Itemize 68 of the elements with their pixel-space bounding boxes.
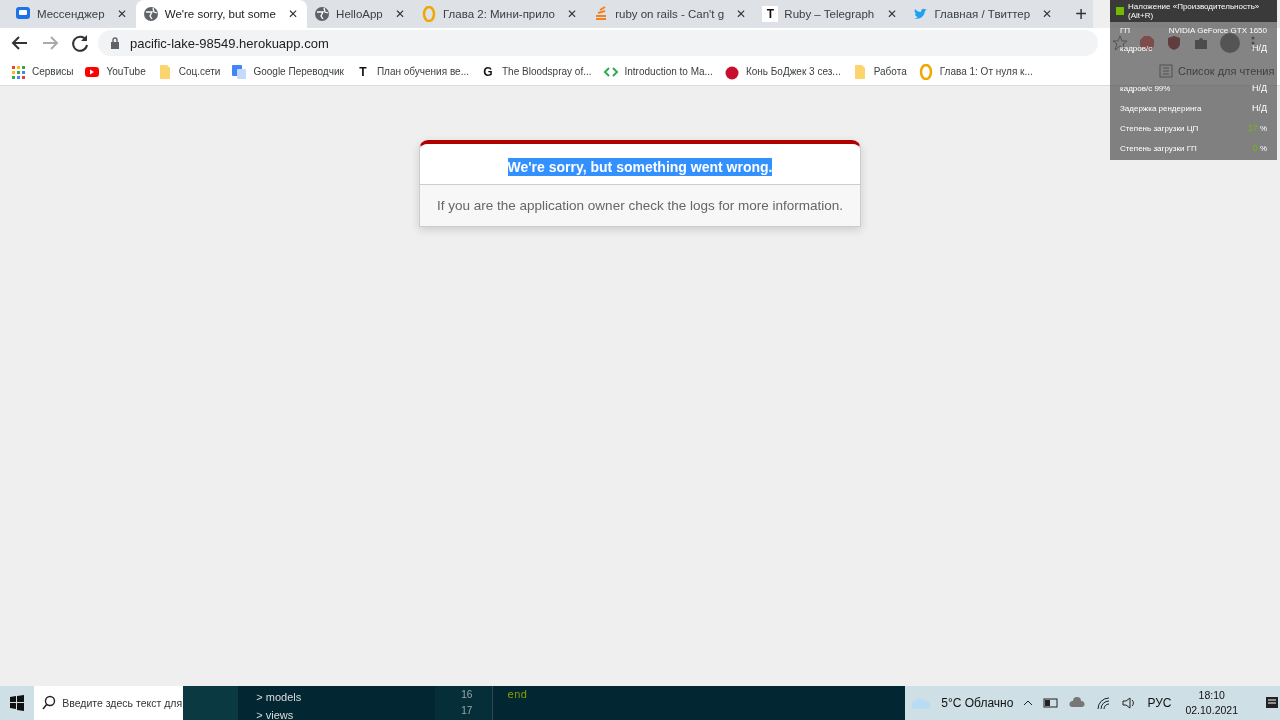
battery-icon[interactable]	[1043, 695, 1060, 711]
lock-icon	[110, 35, 120, 51]
close-icon[interactable]: ✕	[1040, 7, 1055, 21]
notification-icon[interactable]	[1264, 695, 1280, 711]
bookmark[interactable]: Introduction to Ma...	[602, 63, 713, 80]
bookmark[interactable]: Конь БоДжек 3 сез...	[723, 63, 841, 80]
browser-tab[interactable]: We're sorry, but some ✕	[135, 0, 308, 28]
bookmark[interactable]: Соц.сети	[156, 63, 221, 80]
bird-icon	[912, 6, 929, 22]
metric-label: кадров/с 99%	[1120, 83, 1171, 93]
bookmark[interactable]: YouTube	[84, 63, 146, 80]
search-icon	[41, 695, 58, 711]
bookmark[interactable]: Google Переводчик	[231, 63, 344, 80]
globe-icon	[314, 6, 331, 22]
folder-tree-item[interactable]: > models	[256, 688, 436, 706]
metric-value: 17 %	[1247, 123, 1267, 133]
overlay-title: Наложение «Производительность» (Alt+R)	[1128, 2, 1261, 20]
metric-label: Степень загрузки ГП	[1120, 143, 1197, 153]
browser-tab[interactable]: T Ruby – Telegraph ✕	[755, 0, 906, 28]
address-bar[interactable]: pacific-lake-98549.herokuapp.com	[98, 30, 1098, 56]
close-icon[interactable]: ✕	[393, 7, 407, 21]
ring-icon	[421, 6, 437, 22]
bookmark[interactable]: T План обучения ве...	[354, 63, 469, 80]
browser-tab[interactable]: HelloApp ✕	[307, 0, 414, 28]
globe-icon	[142, 6, 159, 22]
code-line: end	[507, 687, 529, 703]
error-title: We're sorry, but something went wrong.	[507, 158, 773, 176]
close-icon[interactable]: ✕	[734, 7, 749, 21]
error-message: If you are the application owner check the logs for more information.	[420, 185, 860, 226]
close-icon[interactable]: ✕	[286, 7, 301, 21]
gpu-label: ГП	[1120, 25, 1131, 35]
metric-label: Степень загрузки ЦП	[1120, 123, 1199, 133]
metric-value: Н/Д	[1251, 43, 1267, 53]
clock-time[interactable]: 18:10	[1198, 688, 1225, 703]
weather-text[interactable]: 5°C Облачно	[941, 696, 1014, 710]
metric-value: Н/Д	[1251, 83, 1267, 93]
wifi-icon[interactable]	[1095, 695, 1112, 711]
close-icon[interactable]: ✕	[884, 7, 899, 21]
bookmark[interactable]: G The Bloodspray of...	[480, 63, 592, 80]
bookmark[interactable]: Работа	[851, 63, 907, 80]
logo-icon	[1116, 7, 1124, 15]
metric-label: кадров/с	[1120, 43, 1153, 53]
bookmark[interactable]: Сервисы	[10, 63, 74, 80]
close-icon[interactable]: ✕	[114, 7, 129, 21]
metric-value: Н/Д	[1251, 103, 1267, 113]
gpu-name: NVIDIA GeForce GTX 1650	[1168, 25, 1267, 35]
windows-start-icon[interactable]	[9, 695, 26, 711]
line-number: 16	[460, 688, 473, 702]
line-number: 17	[460, 704, 473, 718]
close-icon[interactable]: ✕	[565, 7, 580, 21]
clock-date[interactable]: 02.10.2021	[1185, 703, 1238, 718]
browser-tab[interactable]: Глава 2: Мини-прило ✕	[414, 0, 587, 28]
taskbar-search-field[interactable]: Введите здесь текст для	[34, 686, 184, 720]
translate-icon	[231, 63, 248, 80]
new-tab-button[interactable]: +	[1069, 3, 1094, 26]
browser-tab[interactable]: Главная / Твиттер ✕	[905, 0, 1062, 28]
bookmark[interactable]: Глава 1: От нуля к...	[917, 63, 1033, 80]
browser-tab[interactable]: ruby on rails - Can't g ✕	[586, 0, 756, 28]
apps-grid-icon	[10, 63, 26, 80]
metric-label: Задержка рендеринга	[1120, 103, 1202, 113]
ring-icon	[917, 63, 934, 80]
activity-bar	[183, 686, 239, 720]
metric-value: 0 %	[1252, 143, 1267, 153]
folder-tree-item[interactable]: > views	[256, 706, 436, 720]
letter-icon: T	[762, 6, 779, 22]
chat-icon	[15, 6, 31, 22]
language-indicator[interactable]: РУС	[1147, 696, 1172, 710]
browser-tab[interactable]: Мессенджер ✕	[8, 0, 136, 28]
